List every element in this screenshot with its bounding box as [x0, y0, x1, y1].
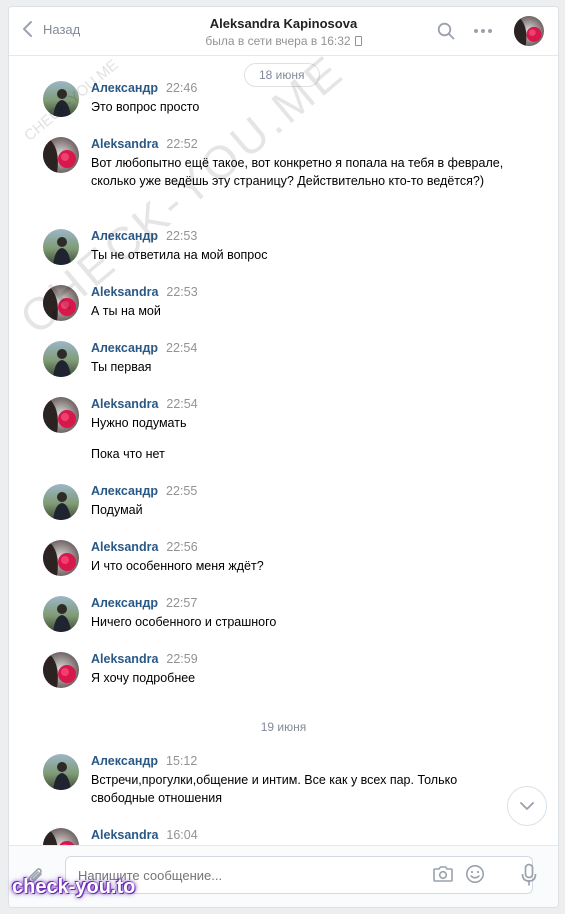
attach-icon[interactable]: [27, 865, 45, 887]
message-text: И что особенного меня ждёт?: [91, 559, 264, 573]
sticky-date-badge: 18 июня: [244, 63, 320, 87]
message-author[interactable]: Александр: [91, 596, 158, 610]
chat-window: Назад Aleksandra Kapinosova была в сети …: [8, 6, 559, 908]
message-author[interactable]: Aleksandra: [91, 137, 158, 151]
emoji-icon[interactable]: [465, 864, 485, 884]
avatar-aleksandra[interactable]: [43, 828, 79, 846]
message-composer: [9, 845, 558, 907]
message-text: Пока что нет: [91, 447, 165, 461]
phone-icon: [354, 36, 362, 46]
message-feed: Александр 22:46 Это вопрос просто Aleksan…: [9, 56, 558, 846]
more-icon[interactable]: [473, 22, 493, 40]
message-time[interactable]: 16:04: [166, 828, 197, 842]
message-text: Ты первая: [91, 360, 152, 374]
avatar-alexander[interactable]: [43, 341, 79, 377]
message-time[interactable]: 22:54: [166, 341, 197, 355]
message-time[interactable]: 22:55: [166, 484, 197, 498]
message-time[interactable]: 22:53: [166, 285, 197, 299]
microphone-icon[interactable]: [521, 863, 537, 887]
message-time[interactable]: 22:57: [166, 596, 197, 610]
message-author[interactable]: Александр: [91, 81, 158, 95]
chevron-down-icon: [520, 801, 534, 810]
message-author[interactable]: Aleksandra: [91, 540, 158, 554]
avatar-aleksandra[interactable]: [43, 285, 79, 321]
online-status: была в сети вчера в 16:32: [159, 34, 408, 48]
message-time[interactable]: 22:46: [166, 81, 197, 95]
avatar-aleksandra[interactable]: [43, 540, 79, 576]
message-time[interactable]: 22:56: [166, 540, 197, 554]
message-author[interactable]: Aleksandra: [91, 397, 158, 411]
message-author[interactable]: Александр: [91, 341, 158, 355]
avatar-alexander[interactable]: [43, 754, 79, 790]
message-text: А ты на мой: [91, 304, 161, 318]
message-text: Ничего особенного и страшного: [91, 615, 277, 629]
message-text: Я хочу подробнее: [91, 671, 196, 685]
message-input[interactable]: [65, 856, 533, 894]
message-text: Подумай: [91, 503, 143, 517]
message-time[interactable]: 22:53: [166, 229, 197, 243]
message-text: Вот любопытно ещё такое, вот конкретно я…: [91, 156, 504, 188]
message-text: Ты не ответила на мой вопрос: [91, 248, 268, 262]
online-status-text: была в сети вчера в 16:32: [205, 34, 351, 48]
message-text: Нужно подумать: [91, 416, 187, 430]
chevron-left-icon: [23, 21, 32, 37]
camera-icon[interactable]: [432, 865, 454, 883]
message-author[interactable]: Aleksandra: [91, 285, 158, 299]
avatar-aleksandra[interactable]: [43, 397, 79, 433]
message-time[interactable]: 22:59: [166, 652, 197, 666]
back-label: Назад: [43, 21, 81, 37]
message-text: Это вопрос просто: [91, 100, 200, 114]
message-time[interactable]: 22:54: [166, 397, 197, 411]
avatar-alexander[interactable]: [43, 484, 79, 520]
back-button[interactable]: Назад: [21, 20, 80, 38]
message-text: Встречи,прогулки,общение и интим. Все ка…: [91, 773, 458, 805]
message-author[interactable]: Aleksandra: [91, 652, 158, 666]
scroll-down-button[interactable]: [507, 786, 547, 826]
avatar-alexander[interactable]: [43, 229, 79, 265]
chat-title[interactable]: Aleksandra Kapinosova: [159, 16, 408, 31]
avatar-alexander[interactable]: [43, 81, 79, 117]
message-time[interactable]: 22:52: [166, 137, 197, 151]
message-author[interactable]: Александр: [91, 484, 158, 498]
header-avatar[interactable]: [514, 16, 544, 46]
chat-header: Назад Aleksandra Kapinosova была в сети …: [9, 7, 558, 56]
message-author[interactable]: Александр: [91, 754, 158, 768]
date-separator: 19 июня: [260, 720, 307, 734]
avatar-aleksandra[interactable]: [43, 137, 79, 173]
message-time[interactable]: 15:12: [166, 754, 197, 768]
message-author[interactable]: Александр: [91, 229, 158, 243]
avatar-aleksandra[interactable]: [43, 652, 79, 688]
avatar-alexander[interactable]: [43, 596, 79, 632]
message-author[interactable]: Aleksandra: [91, 828, 158, 842]
search-icon[interactable]: [437, 22, 455, 40]
